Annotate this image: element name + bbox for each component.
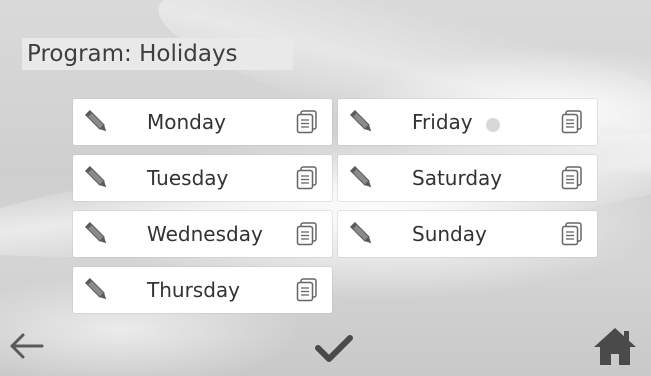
copy-icon[interactable]	[561, 110, 583, 134]
day-tile-monday: Monday	[73, 99, 332, 145]
day-label: Monday	[147, 110, 226, 134]
day-label: Saturday	[412, 166, 503, 190]
copy-icon[interactable]	[296, 278, 318, 302]
copy-icon[interactable]	[296, 166, 318, 190]
day-label: Tuesday	[147, 166, 229, 190]
pencil-icon[interactable]	[83, 276, 111, 304]
pencil-icon[interactable]	[83, 164, 111, 192]
day-label: Wednesday	[147, 222, 263, 246]
screen: Program: Holidays Monday Tuesday Wednesd…	[0, 0, 651, 376]
checkmark-icon[interactable]	[312, 332, 356, 366]
day-tile-wednesday: Wednesday	[73, 211, 332, 257]
home-icon[interactable]	[592, 325, 638, 367]
day-tile-thursday: Thursday	[73, 267, 332, 313]
day-label: Thursday	[147, 278, 240, 302]
pencil-icon[interactable]	[83, 220, 111, 248]
day-label: Sunday	[412, 222, 487, 246]
copy-icon[interactable]	[561, 222, 583, 246]
day-label: Friday	[412, 110, 473, 134]
day-tile-saturday: Saturday	[338, 155, 597, 201]
day-tile-sunday: Sunday	[338, 211, 597, 257]
pencil-icon[interactable]	[83, 108, 111, 136]
copy-icon[interactable]	[296, 222, 318, 246]
active-indicator-dot	[486, 118, 500, 132]
back-arrow-icon[interactable]	[6, 328, 46, 364]
day-tile-friday: Friday	[338, 99, 597, 145]
pencil-icon[interactable]	[348, 220, 376, 248]
copy-icon[interactable]	[296, 110, 318, 134]
copy-icon[interactable]	[561, 166, 583, 190]
day-tile-tuesday: Tuesday	[73, 155, 332, 201]
pencil-icon[interactable]	[348, 108, 376, 136]
pencil-icon[interactable]	[348, 164, 376, 192]
page-title: Program: Holidays	[22, 38, 293, 70]
